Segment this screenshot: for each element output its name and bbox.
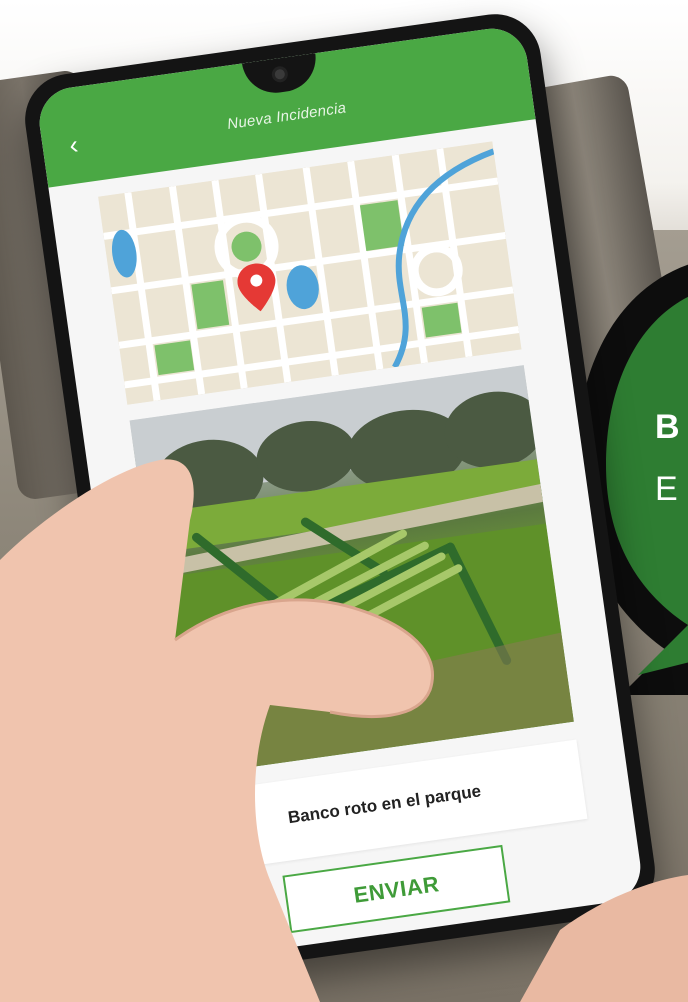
map-graphic [98, 141, 522, 405]
bubble-text-line1: B [655, 408, 680, 446]
phone-screen: ‹ Nueva Incidencia Banco roto en el parq… [35, 24, 645, 966]
send-button[interactable]: ENVIAR [282, 844, 511, 934]
bench-photo [129, 365, 574, 778]
map-view[interactable] [98, 141, 522, 405]
incident-photo [129, 365, 574, 778]
bubble-text-line2: E [655, 470, 678, 508]
send-button-label: ENVIAR [352, 871, 441, 908]
description-text: Banco roto en el parque [286, 781, 483, 828]
scene: B E ‹ Nueva Incidencia Banco roto en el … [0, 0, 688, 1002]
